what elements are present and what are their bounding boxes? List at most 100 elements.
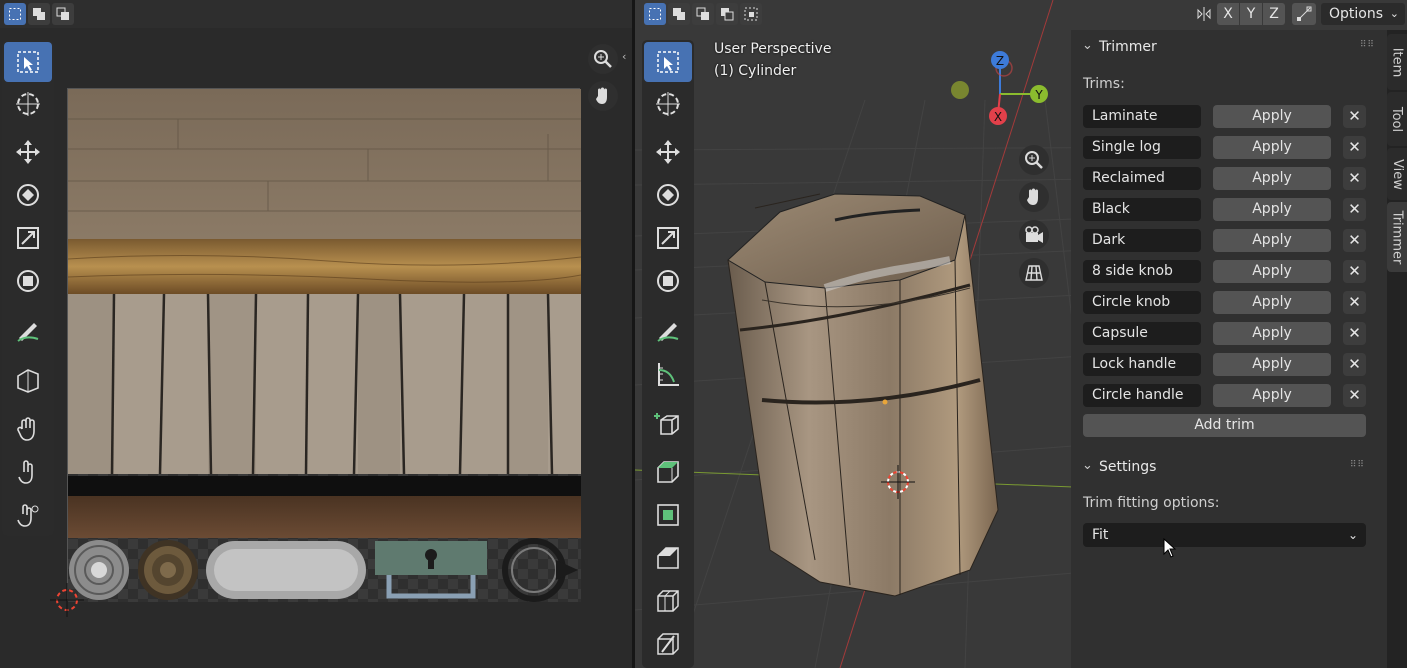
pan-hand-icon[interactable]	[1019, 182, 1049, 212]
tab-view-label: View	[1389, 158, 1405, 190]
remove-trim-icon[interactable]: ✕	[1343, 229, 1366, 252]
select-box-icon[interactable]	[644, 3, 666, 25]
cursor-tool-icon[interactable]	[644, 84, 692, 124]
chevron-down-icon: ⌄	[1389, 7, 1399, 20]
apply-trim-button[interactable]: Apply	[1213, 291, 1331, 314]
knife-icon[interactable]	[644, 624, 692, 664]
active-object-label: (1) Cylinder	[714, 63, 797, 79]
select-subtract-icon[interactable]	[692, 3, 714, 25]
select-cursor-icon[interactable]	[644, 42, 692, 82]
3d-cursor[interactable]	[881, 465, 915, 499]
select-extend-icon[interactable]	[28, 3, 50, 25]
apply-trim-button[interactable]: Apply	[1213, 260, 1331, 283]
snap-icon[interactable]	[1292, 3, 1316, 25]
trim-fitting-value: Fit	[1092, 527, 1109, 543]
options-dropdown[interactable]: Options ⌄	[1321, 3, 1405, 25]
trim-name-field[interactable]: Reclaimed	[1083, 167, 1201, 190]
remove-trim-icon[interactable]: ✕	[1343, 105, 1366, 128]
tab-item[interactable]: Item	[1387, 34, 1407, 90]
add-trim-button[interactable]: Add trim	[1083, 414, 1366, 437]
apply-trim-button[interactable]: Apply	[1213, 229, 1331, 252]
remove-trim-icon[interactable]: ✕	[1343, 167, 1366, 190]
settings-panel-header[interactable]: ⌄ Settings ⠿⠿	[1071, 454, 1387, 482]
extrude-icon[interactable]	[644, 452, 692, 492]
rotate-icon[interactable]	[644, 175, 692, 215]
apply-trim-button[interactable]: Apply	[1213, 198, 1331, 221]
measure-icon[interactable]	[644, 354, 692, 394]
uv-2d-cursor[interactable]	[50, 583, 84, 617]
navigation-gizmo[interactable]: Z Y X	[945, 48, 1055, 148]
inset-icon[interactable]	[644, 495, 692, 535]
uv-editor-header	[0, 0, 632, 28]
apply-trim-button[interactable]: Apply	[1213, 384, 1331, 407]
select-intersect-icon[interactable]	[740, 3, 762, 25]
trim-name-field[interactable]: Circle knob	[1083, 291, 1201, 314]
move-icon[interactable]	[644, 132, 692, 172]
add-cube-icon[interactable]	[644, 404, 692, 444]
remove-trim-icon[interactable]: ✕	[1343, 136, 1366, 159]
axis-y-button[interactable]: Y	[1240, 3, 1262, 25]
remove-trim-icon[interactable]: ✕	[1343, 260, 1366, 283]
options-label: Options	[1329, 6, 1384, 22]
mirror-icon[interactable]	[1193, 4, 1215, 24]
trim-name-field[interactable]: Capsule	[1083, 322, 1201, 345]
scale-icon[interactable]	[644, 218, 692, 258]
trims-label: Trims:	[1083, 76, 1125, 92]
remove-trim-icon[interactable]: ✕	[1343, 291, 1366, 314]
apply-trim-button[interactable]: Apply	[1213, 105, 1331, 128]
trim-fitting-dropdown[interactable]: Fit ⌄	[1083, 523, 1366, 547]
apply-trim-button[interactable]: Apply	[1213, 353, 1331, 376]
trim-name-field[interactable]: Single log	[1083, 136, 1201, 159]
scale-icon[interactable]	[4, 218, 52, 258]
remove-trim-icon[interactable]: ✕	[1343, 322, 1366, 345]
select-subtract-icon[interactable]	[52, 3, 74, 25]
apply-trim-button[interactable]: Apply	[1213, 136, 1331, 159]
transform-icon[interactable]	[4, 261, 52, 301]
apply-trim-button[interactable]: Apply	[1213, 322, 1331, 345]
perspective-grid-icon[interactable]	[1019, 258, 1049, 288]
zoom-icon[interactable]	[1019, 145, 1049, 175]
relax-icon[interactable]	[4, 452, 52, 492]
axis-z-button[interactable]: Z	[1263, 3, 1285, 25]
grab-icon[interactable]	[4, 409, 52, 449]
trim-name-field[interactable]: Dark	[1083, 229, 1201, 252]
select-cursor-icon[interactable]	[4, 42, 52, 82]
trim-name-field[interactable]: Black	[1083, 198, 1201, 221]
tab-tool-label: Tool	[1389, 106, 1405, 132]
cylinder-mesh[interactable]	[720, 190, 1120, 610]
chevron-down-icon: ⌄	[1082, 38, 1093, 53]
zoom-icon[interactable]	[588, 44, 618, 74]
drag-handle-icon[interactable]: ⠿⠿	[1360, 40, 1375, 50]
loop-cut-icon[interactable]	[644, 581, 692, 621]
rip-icon[interactable]	[4, 360, 52, 400]
view-perspective-label: User Perspective	[714, 41, 832, 57]
transform-icon[interactable]	[644, 261, 692, 301]
axis-x-button[interactable]: X	[1217, 3, 1239, 25]
remove-trim-icon[interactable]: ✕	[1343, 384, 1366, 407]
tab-view[interactable]: View	[1387, 148, 1407, 200]
collapse-chevron-icon[interactable]: ‹	[622, 50, 632, 64]
cursor-tool-icon[interactable]	[4, 84, 52, 124]
remove-trim-icon[interactable]: ✕	[1343, 353, 1366, 376]
move-icon[interactable]	[4, 132, 52, 172]
trim-name-field[interactable]: Circle handle	[1083, 384, 1201, 407]
trim-name-field[interactable]: Laminate	[1083, 105, 1201, 128]
remove-trim-icon[interactable]: ✕	[1343, 198, 1366, 221]
tab-tool[interactable]: Tool	[1387, 92, 1407, 146]
annotate-icon[interactable]	[4, 311, 52, 351]
pan-hand-icon[interactable]	[588, 81, 618, 111]
trim-name-field[interactable]: Lock handle	[1083, 353, 1201, 376]
tab-trimmer[interactable]: Trimmer	[1387, 202, 1407, 272]
apply-trim-button[interactable]: Apply	[1213, 167, 1331, 190]
select-box-icon[interactable]	[4, 3, 26, 25]
trim-name-field[interactable]: 8 side knob	[1083, 260, 1201, 283]
rotate-icon[interactable]	[4, 175, 52, 215]
trimmer-panel-header[interactable]: ⌄ Trimmer ⠿⠿	[1071, 34, 1387, 62]
drag-handle-icon[interactable]: ⠿⠿	[1350, 460, 1365, 470]
camera-icon[interactable]	[1019, 220, 1049, 250]
select-extend-icon[interactable]	[668, 3, 690, 25]
annotate-icon[interactable]	[644, 311, 692, 351]
pinch-icon[interactable]	[4, 495, 52, 535]
select-difference-icon[interactable]	[716, 3, 738, 25]
bevel-icon[interactable]	[644, 538, 692, 578]
